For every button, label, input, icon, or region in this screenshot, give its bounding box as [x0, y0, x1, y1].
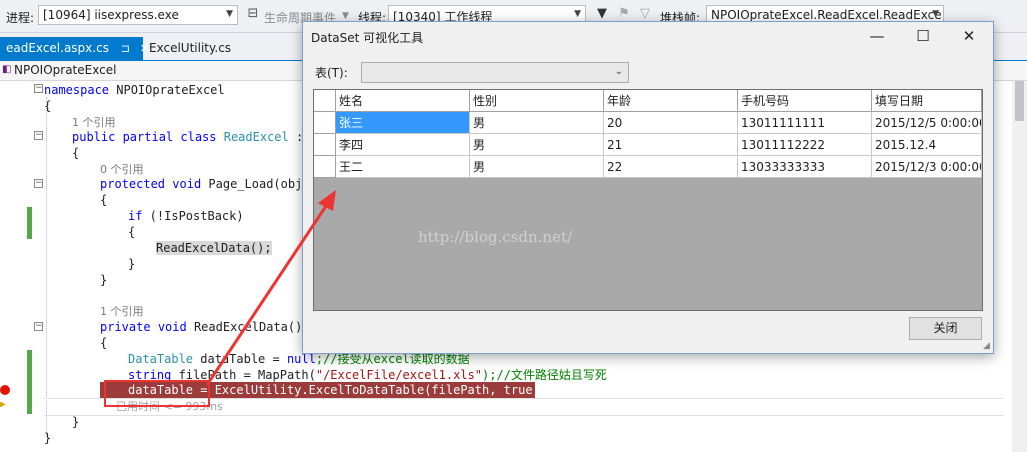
- annotation-arrow: [205, 190, 336, 386]
- annotation-arrow-line: [205, 199, 332, 386]
- arrow-head-icon: [318, 190, 336, 211]
